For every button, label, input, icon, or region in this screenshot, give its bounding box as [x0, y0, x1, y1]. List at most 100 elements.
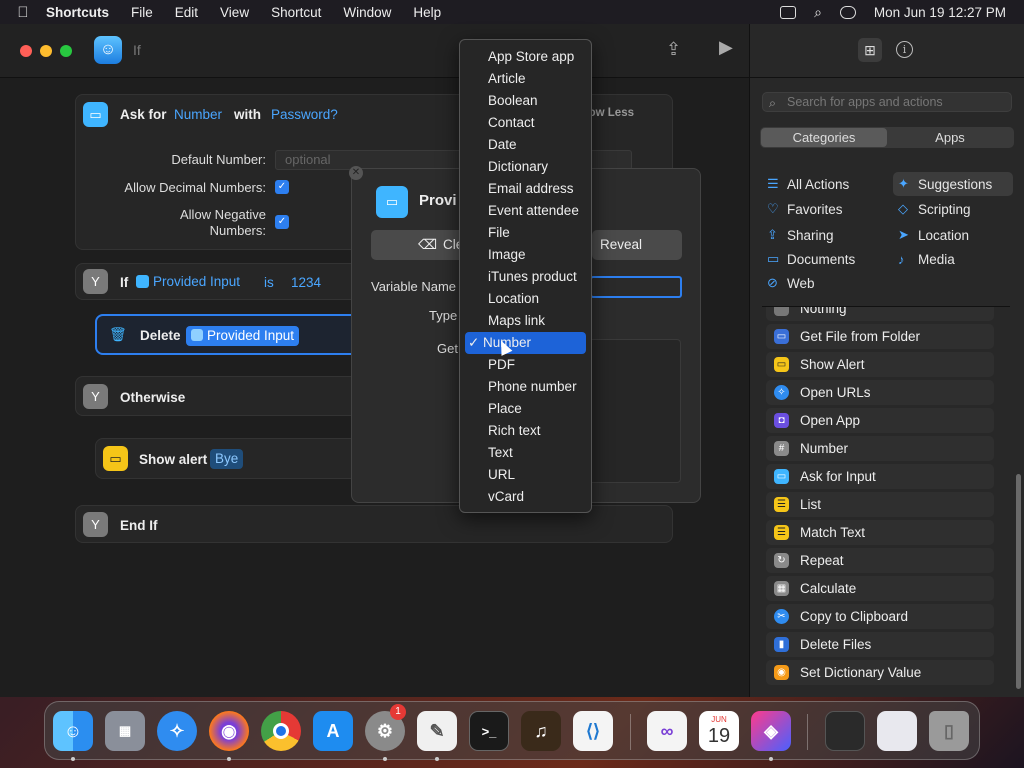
visual-studio-icon[interactable]: ∞: [647, 711, 687, 751]
menu-item-vcard[interactable]: vCard: [465, 486, 586, 508]
menu-app-shortcuts[interactable]: Shortcuts: [46, 5, 120, 20]
downloads-stack-icon[interactable]: [877, 711, 917, 751]
category-favorites[interactable]: ♡ Favorites: [762, 197, 882, 221]
variable-name-input[interactable]: [590, 276, 682, 298]
control-center-icon[interactable]: [839, 5, 856, 19]
clear-variable-button[interactable]: ⌫ Cle: [371, 230, 471, 260]
menu-item-article[interactable]: Article: [465, 68, 586, 90]
menu-item-app-store-app[interactable]: App Store app: [465, 46, 586, 68]
stage-manager-icon[interactable]: [780, 5, 797, 19]
info-icon[interactable]: i: [896, 41, 913, 58]
recent-window-thumbnail[interactable]: [825, 711, 865, 751]
menu-item-boolean[interactable]: Boolean: [465, 90, 586, 112]
finder-icon[interactable]: ☺: [53, 711, 93, 751]
menu-help[interactable]: Help: [402, 5, 452, 20]
menu-item-text[interactable]: Text: [465, 442, 586, 464]
trash-icon[interactable]: ▯: [929, 711, 969, 751]
menu-item-date[interactable]: Date: [465, 134, 586, 156]
menu-item-location[interactable]: Location: [465, 288, 586, 310]
minimize-window-button[interactable]: [40, 45, 52, 57]
category-documents[interactable]: ▭ Documents: [762, 247, 882, 271]
action-item-ask-for-input[interactable]: ▭ Ask for Input: [766, 464, 994, 489]
password-token[interactable]: Password?: [271, 107, 338, 122]
safari-icon[interactable]: ✧: [157, 711, 197, 751]
garageband-icon[interactable]: ♫: [521, 711, 561, 751]
action-search-input[interactable]: ⌕ Search for apps and actions: [762, 92, 1012, 112]
menu-shortcut[interactable]: Shortcut: [260, 5, 332, 20]
category-all-actions[interactable]: ☰ All Actions: [762, 172, 882, 196]
textedit-icon[interactable]: ✎: [417, 711, 457, 751]
menu-file[interactable]: File: [120, 5, 164, 20]
menu-view[interactable]: View: [209, 5, 260, 20]
window-title[interactable]: If: [133, 42, 141, 58]
action-item-open-app[interactable]: ◘ Open App: [766, 408, 994, 433]
input-type-token[interactable]: Number: [174, 107, 222, 122]
if-input-token[interactable]: Provided Input: [136, 274, 240, 289]
action-item-repeat[interactable]: ↻ Repeat: [766, 548, 994, 573]
terminal-icon[interactable]: >_: [469, 711, 509, 751]
menu-item-place[interactable]: Place: [465, 398, 586, 420]
menu-edit[interactable]: Edit: [164, 5, 209, 20]
category-suggestions[interactable]: ✦ Suggestions: [893, 172, 1013, 196]
close-window-button[interactable]: [20, 45, 32, 57]
menu-item-phone-number[interactable]: Phone number: [465, 376, 586, 398]
app-store-icon[interactable]: A: [313, 711, 353, 751]
action-item-get-file[interactable]: ▭ Get File from Folder: [766, 324, 994, 349]
menu-item-dictionary[interactable]: Dictionary: [465, 156, 586, 178]
menu-item-rich-text[interactable]: Rich text: [465, 420, 586, 442]
action-item-show-alert[interactable]: ▭ Show Alert: [766, 352, 994, 377]
action-item-list[interactable]: ☰ List: [766, 492, 994, 517]
vscode-icon[interactable]: ⟨⟩: [573, 711, 613, 751]
action-item-nothing[interactable]: Nothing: [766, 307, 994, 321]
allow-decimal-checkbox[interactable]: ✓: [275, 180, 289, 194]
zoom-window-button[interactable]: [60, 45, 72, 57]
calendar-icon[interactable]: JUN 19: [699, 711, 739, 751]
action-item-copy-clipboard[interactable]: ✂ Copy to Clipboard: [766, 604, 994, 629]
menu-item-contact[interactable]: Contact: [465, 112, 586, 134]
reveal-button[interactable]: Reveal: [592, 230, 682, 260]
menu-window[interactable]: Window: [332, 5, 402, 20]
chrome-icon[interactable]: [261, 711, 301, 751]
action-item-open-urls[interactable]: ✧ Open URLs: [766, 380, 994, 405]
allow-negative-checkbox[interactable]: ✓: [275, 215, 289, 229]
menu-item-email-address[interactable]: Email address: [465, 178, 586, 200]
tab-apps[interactable]: Apps: [887, 128, 1013, 147]
menu-item-itunes-product[interactable]: iTunes product: [465, 266, 586, 288]
action-library-icon[interactable]: ⊞: [858, 38, 882, 62]
get-list[interactable]: [577, 339, 681, 483]
action-item-number[interactable]: # Number: [766, 436, 994, 461]
firefox-icon[interactable]: ◉: [209, 711, 249, 751]
menu-item-file[interactable]: File: [465, 222, 586, 244]
menu-item-url[interactable]: URL: [465, 464, 586, 486]
if-value-token[interactable]: 1234: [291, 275, 321, 290]
action-item-delete-files[interactable]: ▮ Delete Files: [766, 632, 994, 657]
category-scripting[interactable]: ◇ Scripting: [893, 197, 1013, 221]
category-sharing[interactable]: ⇪ Sharing: [762, 223, 882, 247]
spotlight-icon[interactable]: ⌕: [814, 4, 822, 21]
sidebar-scrollbar[interactable]: [1016, 474, 1021, 689]
delete-input-token[interactable]: Provided Input: [186, 326, 300, 346]
share-icon[interactable]: ⇪: [666, 39, 684, 59]
if-operator-token[interactable]: is: [264, 275, 274, 290]
action-item-calculate[interactable]: ▦ Calculate: [766, 576, 994, 601]
category-web[interactable]: ⊘ Web: [762, 271, 882, 295]
shortcuts-icon[interactable]: ◈: [751, 711, 791, 751]
menu-item-image[interactable]: Image: [465, 244, 586, 266]
category-location[interactable]: ➤ Location: [893, 223, 1013, 247]
close-popover-icon[interactable]: ✕: [349, 166, 363, 180]
menu-item-pdf[interactable]: PDF: [465, 354, 586, 376]
launchpad-icon[interactable]: ▦: [105, 711, 145, 751]
action-list: Nothing ▭ Get File from Folder ▭ Show Aler…: [762, 306, 1010, 697]
tab-categories[interactable]: Categories: [761, 128, 887, 147]
menu-item-number[interactable]: ✓ Number: [465, 332, 586, 354]
category-media[interactable]: ♪ Media: [893, 247, 1013, 271]
menu-item-maps-link[interactable]: Maps link: [465, 310, 586, 332]
action-item-match-text[interactable]: ☰ Match Text: [766, 520, 994, 545]
menu-item-event-attendee[interactable]: Event attendee: [465, 200, 586, 222]
run-icon[interactable]: ▶: [719, 37, 733, 58]
finder-shortcut-icon[interactable]: ☺: [94, 36, 122, 64]
menubar-clock[interactable]: Mon Jun 19 12:27 PM: [874, 5, 1006, 20]
apple-menu-icon[interactable]: : [0, 4, 46, 21]
alert-message-token[interactable]: Bye: [210, 449, 244, 469]
action-item-set-dictionary[interactable]: ◉ Set Dictionary Value: [766, 660, 994, 685]
